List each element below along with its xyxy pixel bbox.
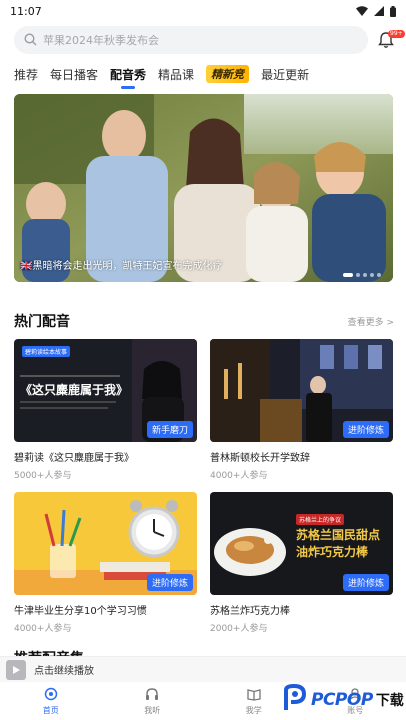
category-tabs: 推荐 每日播客 配音秀 精品课 精新竞 最近更新	[0, 60, 406, 88]
thumb-heading-line2: 油炸巧克力棒	[296, 545, 369, 559]
wifi-icon	[356, 6, 368, 16]
dubbing-card[interactable]: 进阶修炼 牛津毕业生分享10个学习习惯 4000+人参与	[14, 492, 197, 634]
battery-icon	[390, 5, 396, 17]
thumb-badge: 碧莉读绘本故事	[22, 346, 71, 357]
nav-label: 首页	[42, 705, 59, 715]
nav-listen[interactable]: 我听	[117, 687, 187, 716]
card-thumbnail: 碧莉读绘本故事 《这只麋鹿属于我》 新手磨刀	[14, 339, 197, 442]
status-bar: 11:07	[0, 0, 406, 22]
hot-dubbing-header: 热门配音 查看更多 >	[14, 310, 394, 332]
status-icons	[356, 5, 396, 17]
book-icon	[247, 687, 261, 703]
card-title: 普林斯顿校长开学致辞	[210, 453, 310, 464]
banner-photo	[14, 94, 393, 282]
level-tag: 进阶修炼	[342, 574, 389, 591]
tab-special-event[interactable]: 精新竞	[206, 65, 250, 83]
tab-recommend[interactable]: 推荐	[14, 66, 38, 83]
banner-dot	[377, 273, 381, 277]
card-participants: 4000+人参与	[210, 471, 268, 481]
notification-badge: 99+	[388, 30, 405, 38]
level-tag: 新手磨刀	[146, 421, 193, 438]
watermark-suffix: 下载	[375, 693, 404, 709]
dubbing-card[interactable]: 苏格兰上的争议 苏格兰国民甜点 油炸巧克力棒 进阶修炼 苏格兰炸巧克力棒 200…	[210, 492, 393, 634]
nav-label: 我学	[245, 705, 262, 715]
card-title: 苏格兰炸巧克力棒	[210, 606, 290, 617]
card-participants: 2000+人参与	[210, 624, 268, 634]
section-title: 热门配音	[14, 314, 70, 330]
tab-recent-updates[interactable]: 最近更新	[261, 66, 309, 83]
nav-home[interactable]: 首页	[16, 687, 86, 716]
search-icon	[24, 31, 37, 50]
play-icon[interactable]	[6, 659, 26, 680]
search-input[interactable]	[43, 33, 343, 47]
card-title: 牛津毕业生分享10个学习习惯	[14, 606, 147, 617]
signal-icon	[374, 6, 384, 16]
watermark-logo: PCPOP 下载	[282, 683, 404, 717]
card-participants: 5000+人参与	[14, 471, 72, 481]
mini-player-label: 点击继续播放	[34, 666, 94, 677]
hero-banner[interactable]: 🇬🇧黑暗将会走出光明，凯特王妃宣布完成化疗	[14, 94, 393, 282]
level-tag: 进阶修炼	[342, 421, 389, 438]
dubbing-card[interactable]: 进阶修炼 普林斯顿校长开学致辞 4000+人参与	[210, 339, 393, 481]
card-thumbnail: 进阶修炼	[210, 339, 393, 442]
headphones-icon	[145, 687, 159, 703]
view-more-link[interactable]: 查看更多 >	[348, 315, 394, 328]
thumb-badge: 苏格兰上的争议	[296, 514, 345, 525]
thumb-heading: 《这只麋鹿属于我》	[20, 383, 129, 397]
tab-dubbing-show[interactable]: 配音秀	[110, 66, 146, 83]
banner-dot	[363, 273, 367, 277]
mini-player[interactable]: 点击继续播放	[0, 656, 406, 682]
search-bar[interactable]	[14, 26, 368, 54]
pcpop-logo-icon	[282, 683, 308, 716]
banner-dot	[370, 273, 374, 277]
banner-dot	[356, 273, 360, 277]
card-title: 碧莉读《这只麋鹿属于我》	[14, 453, 134, 464]
status-time: 11:07	[10, 4, 42, 18]
card-participants: 4000+人参与	[14, 624, 72, 634]
card-thumbnail: 苏格兰上的争议 苏格兰国民甜点 油炸巧克力棒 进阶修炼	[210, 492, 393, 595]
dubbing-card[interactable]: 碧莉读绘本故事 《这只麋鹿属于我》 新手磨刀 碧莉读《这只麋鹿属于我》 5000…	[14, 339, 197, 481]
nav-label: 我听	[144, 705, 161, 715]
watermark-brand: PCPOP	[311, 690, 373, 710]
search-row: 99+	[0, 26, 406, 56]
banner-caption: 🇬🇧黑暗将会走出光明，凯特王妃宣布完成化疗	[20, 261, 223, 272]
nav-learn[interactable]: 我学	[219, 687, 289, 716]
home-icon	[44, 687, 58, 703]
card-thumbnail: 进阶修炼	[14, 492, 197, 595]
thumb-heading-line1: 苏格兰国民甜点	[296, 528, 381, 542]
tab-premium-courses[interactable]: 精品课	[158, 66, 194, 83]
banner-pagination	[343, 273, 381, 277]
level-tag: 进阶修炼	[146, 574, 193, 591]
tab-daily-podcast[interactable]: 每日播客	[50, 66, 98, 83]
banner-dot	[343, 273, 353, 277]
